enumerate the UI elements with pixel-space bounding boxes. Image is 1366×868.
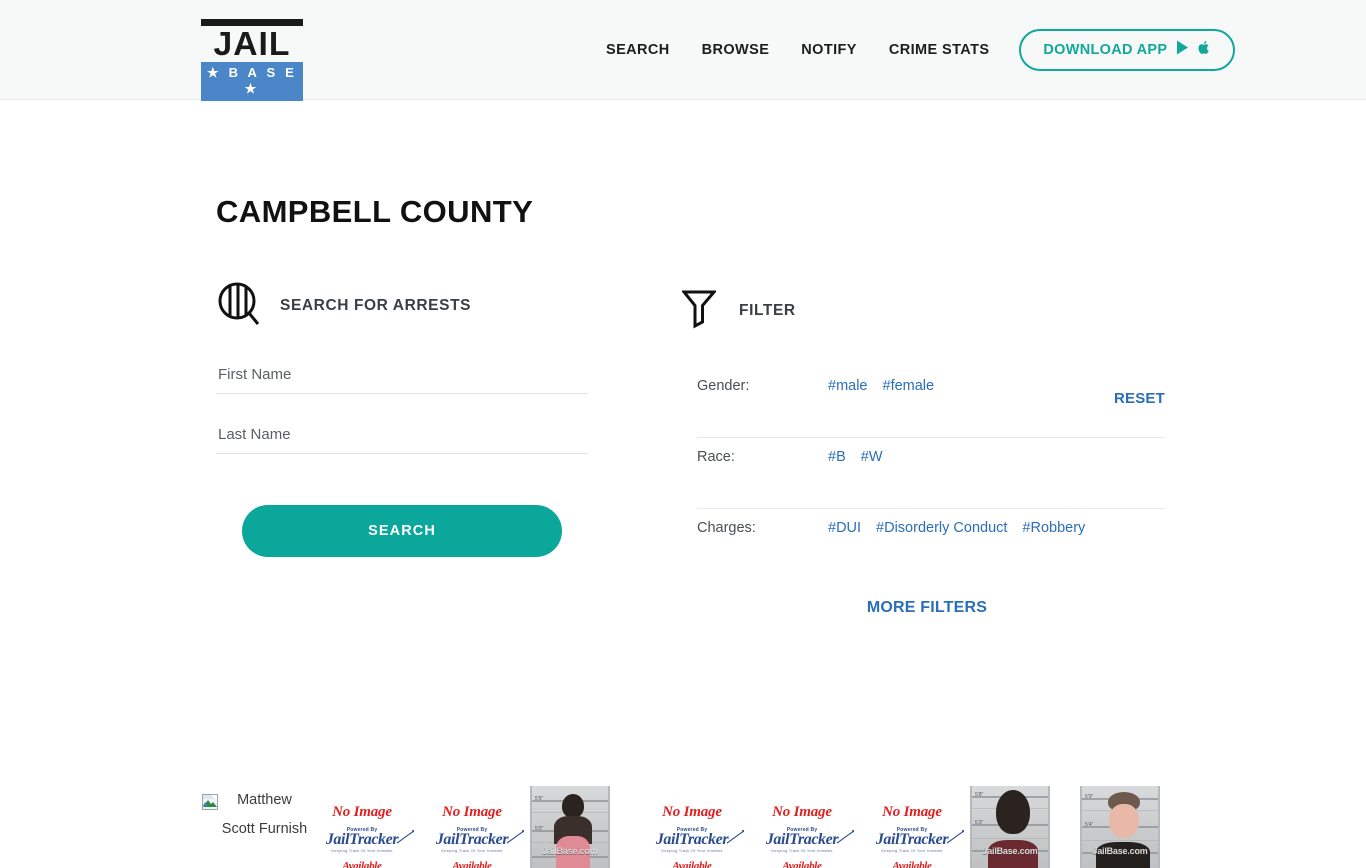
google-play-icon [1176,40,1189,60]
jail-bars-magnifier-icon [216,281,260,332]
filter-rows: Gender: #male #female Race: #B #W Charge… [697,367,1165,617]
no-image-title: No Image [662,804,722,820]
filter-panel: FILTER RESET Gender: #male #female Race:… [680,278,1165,617]
no-image-tagline: Keeping Track Of Your Inmates [331,848,393,853]
filter-row-race: Race: #B #W [697,438,1165,509]
thumbnail-item[interactable]: 5'9" 5'4" JailBase.com [1080,786,1190,868]
mugshot-photo: 5'8" 5'3" JailBase.com [970,786,1050,868]
filter-tags-gender: #male #female [828,378,934,394]
search-button[interactable]: SEARCH [242,505,562,557]
no-image-tagline: Keeping Track Of Your Inmates [771,848,833,853]
filter-tag-dui[interactable]: #DUI [828,520,861,536]
thumbnail-item[interactable]: 5'8" 5'3" JailBase.com [970,786,1080,868]
no-image-available: Available [452,860,492,868]
jailtracker-brand: JailTracker [310,829,414,848]
nav-item-crime-stats[interactable]: CRIME STATS [873,42,1006,58]
mugshot-photo: 5'9" 5'4" JailBase.com [1080,786,1160,868]
search-panel-header: SEARCH FOR ARRESTS [216,278,588,334]
thumbnail-item[interactable]: No Image Powered By JailTracker Keeping … [750,786,860,868]
filter-label-gender: Gender: [697,378,750,394]
filter-panel-heading: FILTER [739,302,796,319]
nav-item-notify[interactable]: NOTIFY [785,42,873,58]
filter-tag-male[interactable]: #male [828,378,868,394]
download-app-label: DOWNLOAD APP [1043,42,1168,58]
swoosh-icon [946,829,964,845]
no-image-available: Available [782,860,822,868]
nav-item-search[interactable]: SEARCH [590,42,686,58]
apple-icon [1198,40,1211,60]
reset-filters-link[interactable]: RESET [1114,390,1165,407]
no-image-title: No Image [332,804,392,820]
no-image-tagline: Keeping Track Of Your Inmates [441,848,503,853]
last-name-input[interactable] [216,420,588,453]
no-image-placeholder: No Image Powered By JailTracker Keeping … [640,786,744,868]
thumbnail-item[interactable]: No Image Powered By JailTracker Keeping … [420,786,530,868]
search-panel-heading: SEARCH FOR ARRESTS [280,297,472,314]
no-image-available: Available [342,860,382,868]
funnel-icon [680,289,718,334]
mugshot-watermark: JailBase.com [1092,846,1148,856]
filter-tag-female[interactable]: #female [883,378,935,394]
filter-tags-charges: #DUI #Disorderly Conduct #Robbery [828,520,1085,536]
first-name-field-wrap [216,360,588,394]
no-image-tagline: Keeping Track Of Your Inmates [661,848,723,853]
broken-image-icon [202,792,218,810]
main-navigation: SEARCH BROWSE NOTIFY CRIME STATS DOWNLOA… [590,0,1236,100]
mugshot-photo: 5'5" 5'0" JailBase.com [530,786,610,868]
no-image-title: No Image [772,804,832,820]
filter-row-gender: Gender: #male #female [697,367,1165,438]
filter-tag-robbery[interactable]: #Robbery [1022,520,1085,536]
download-app-button[interactable]: DOWNLOAD APP [1019,29,1236,71]
thumbnail-item[interactable]: No Image Powered By JailTracker Keeping … [860,786,970,868]
no-image-placeholder: No Image Powered By JailTracker Keeping … [420,786,524,868]
no-image-available: Available [892,860,932,868]
jailtracker-brand: JailTracker [420,829,524,848]
no-image-title: No Image [442,804,502,820]
filter-tag-disorderly-conduct[interactable]: #Disorderly Conduct [876,520,1007,536]
logo-wordmark-jail: JAIL [213,25,291,62]
thumbnail-item[interactable]: No Image Powered By JailTracker Keeping … [640,786,750,868]
no-image-title: No Image [882,804,942,820]
last-name-field-wrap [216,420,588,454]
jailtracker-brand: JailTracker [860,829,964,848]
no-image-placeholder: No Image Powered By JailTracker Keeping … [750,786,854,868]
no-image-available: Available [672,860,712,868]
filter-tags-race: #B #W [828,449,883,465]
broken-image-alt-text: Matthew Scott Furnish [221,792,308,837]
no-image-placeholder: No Image Powered By JailTracker Keeping … [860,786,964,868]
jailbase-logo[interactable]: JAIL ★ B A S E ★ [201,19,303,101]
swoosh-icon [396,829,414,845]
thumbnail-item[interactable]: Matthew Scott Furnish [200,786,310,868]
filter-panel-header: FILTER [680,278,1165,344]
search-for-arrests-panel: SEARCH FOR ARRESTS SEARCH [216,278,588,557]
filter-row-charges: Charges: #DUI #Disorderly Conduct #Robbe… [697,509,1165,580]
mugshot-watermark: JailBase.com [982,846,1038,856]
more-filters-link[interactable]: MORE FILTERS [697,599,1157,617]
arrest-thumbnail-strip: Matthew Scott Furnish No Image Powered B… [200,786,1366,868]
no-image-tagline: Keeping Track Of Your Inmates [881,848,943,853]
first-name-input[interactable] [216,360,588,393]
mugshot-watermark: JailBase.com [542,846,598,856]
swoosh-icon [726,829,744,845]
nav-item-browse[interactable]: BROWSE [686,42,786,58]
jailtracker-brand: JailTracker [750,829,854,848]
filter-label-charges: Charges: [697,520,756,536]
no-image-placeholder: No Image Powered By JailTracker Keeping … [310,786,414,868]
thumbnail-item[interactable]: No Image Powered By JailTracker Keeping … [310,786,420,868]
filter-tag-race-w[interactable]: #W [861,449,883,465]
thumbnail-item[interactable]: 5'5" 5'0" JailBase.com [530,786,640,868]
jailtracker-brand: JailTracker [640,829,744,848]
swoosh-icon [506,829,524,845]
swoosh-icon [836,829,854,845]
page-title: CAMPBELL COUNTY [216,194,534,229]
broken-image-placeholder: Matthew Scott Furnish [200,786,310,844]
site-header: JAIL ★ B A S E ★ SEARCH BROWSE NOTIFY CR… [0,0,1366,101]
filter-tag-race-b[interactable]: #B [828,449,846,465]
logo-wordmark-base: ★ B A S E ★ [201,62,303,101]
filter-label-race: Race: [697,449,735,465]
